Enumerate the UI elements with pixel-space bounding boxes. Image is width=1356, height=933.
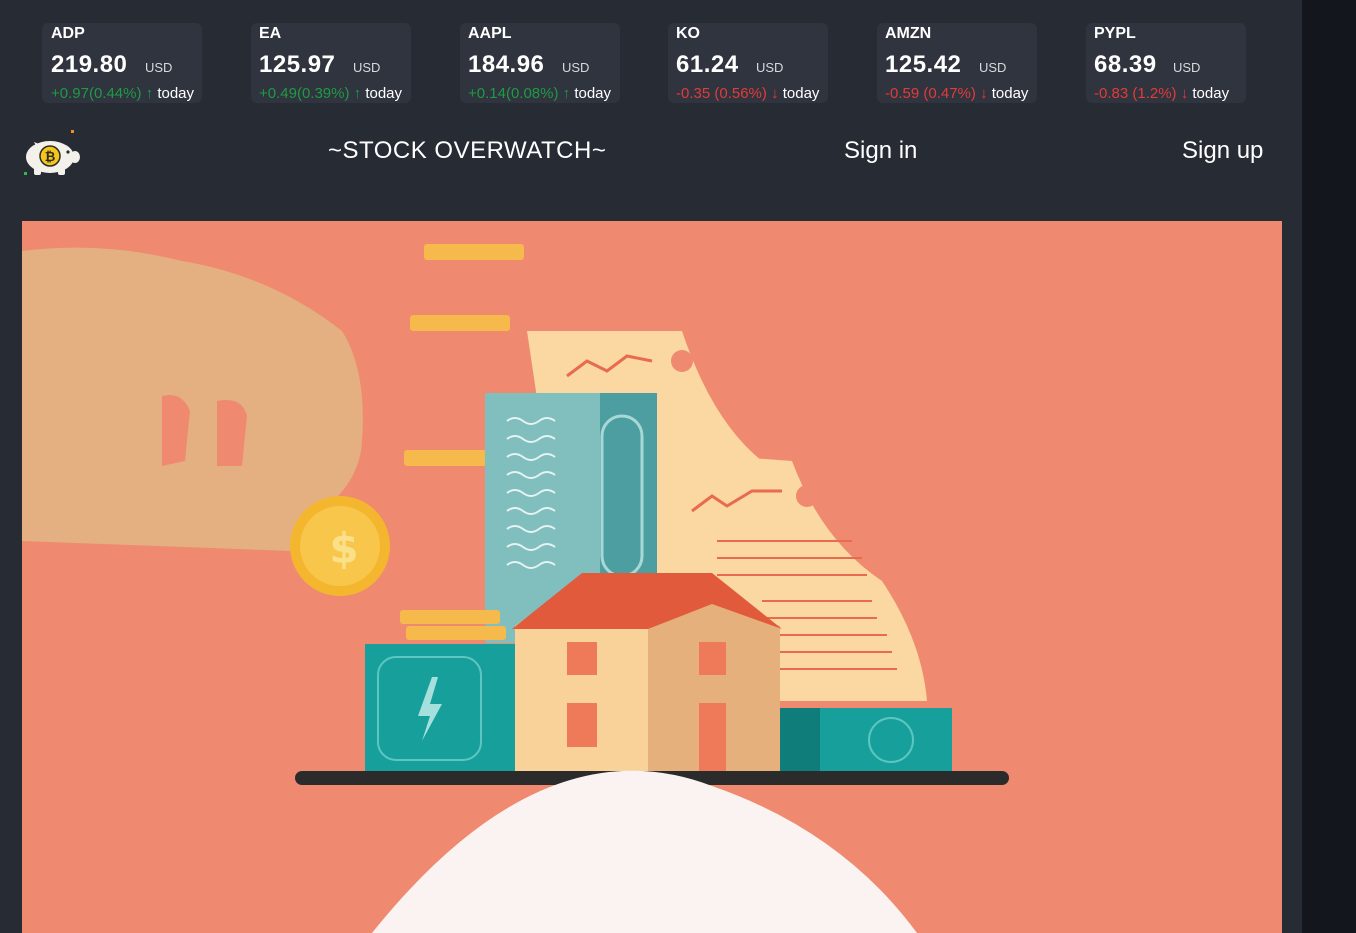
sign-in-link[interactable]: Sign in [844,137,917,165]
ticker-change: -0.83 (1.2%) ↓ today [1094,85,1229,102]
coin-bar [410,315,510,331]
ticker-when: today [782,85,820,102]
ticker-currency: USD [145,60,173,75]
top-nav: ₿ ~STOCK OVERWATCH~ Sign in Sign up [0,120,1302,184]
ticker-change: +0.97(0.44%) ↑ today [51,85,194,102]
ticker-card-amzn[interactable]: AMZN 125.42 USD -0.59 (0.47%) ↓ today [877,23,1037,103]
ticker-card-ea[interactable]: EA 125.97 USD +0.49(0.39%) ↑ today [251,23,411,103]
ticker-symbol: AAPL [468,25,512,42]
ticker-when: today [574,85,612,102]
arrow-up-icon: ↑ [353,85,362,102]
app-window: ADP 219.80 USD +0.97(0.44%) ↑ today EA 1… [0,0,1302,933]
ticker-delta: -0.59 (0.47%) [885,85,976,102]
ticker-change: -0.59 (0.47%) ↓ today [885,85,1028,102]
ticker-delta: +0.14(0.08%) [468,85,559,102]
ticker-card-ko[interactable]: KO 61.24 USD -0.35 (0.56%) ↓ today [668,23,828,103]
ticker-when: today [365,85,403,102]
ticker-change: -0.35 (0.56%) ↓ today [676,85,819,102]
ticker-price: 184.96 [468,51,545,78]
ticker-price: 61.24 [676,51,739,78]
ticker-symbol: PYPL [1094,25,1136,42]
ticker-change: +0.14(0.08%) ↑ today [468,85,611,102]
ticker-price: 68.39 [1094,51,1157,78]
coin-bar [424,244,524,260]
svg-text:₿: ₿ [45,150,56,165]
ticker-symbol: ADP [51,25,85,42]
investment-illustration: $ [22,221,1282,933]
svg-text:$: $ [329,524,358,573]
arrow-up-icon: ↑ [562,85,571,102]
ticker-price: 219.80 [51,51,128,78]
ticker-strip: ADP 219.80 USD +0.97(0.44%) ↑ today EA 1… [0,23,1302,105]
ticker-card-aapl[interactable]: AAPL 184.96 USD +0.14(0.08%) ↑ today [460,23,620,103]
ticker-price: 125.97 [259,51,336,78]
ticker-delta: +0.97(0.44%) [51,85,142,102]
ticker-currency: USD [756,60,784,75]
ticker-currency: USD [353,60,381,75]
piggy-bank-bitcoin-icon[interactable]: ₿ [22,128,80,176]
ticker-change: +0.49(0.39%) ↑ today [259,85,402,102]
ticker-delta: +0.49(0.39%) [259,85,350,102]
sign-up-link[interactable]: Sign up [1182,137,1263,165]
ticker-when: today [157,85,195,102]
ticker-currency: USD [562,60,590,75]
arrow-down-icon: ↓ [980,85,988,102]
ticker-symbol: KO [676,25,700,42]
arrow-down-icon: ↓ [1180,85,1189,102]
hero-illustration: $ [22,221,1282,933]
ticker-symbol: EA [259,25,282,42]
ticker-currency: USD [979,60,1007,75]
ticker-when: today [1192,85,1230,102]
ticker-card-adp[interactable]: ADP 219.80 USD +0.97(0.44%) ↑ today [42,23,202,103]
ticker-symbol: AMZN [885,25,932,42]
ticker-when: today [991,85,1029,102]
ticker-price: 125.42 [885,51,962,78]
ticker-delta: -0.35 (0.56%) [676,85,767,102]
ticker-delta: -0.83 (1.2%) [1094,85,1177,102]
site-title: ~STOCK OVERWATCH~ [328,137,607,164]
arrow-down-icon: ↓ [771,85,779,102]
ticker-currency: USD [1173,60,1201,75]
window-edge [1302,0,1356,933]
ticker-card-pypl[interactable]: PYPL 68.39 USD -0.83 (1.2%) ↓ today [1086,23,1246,103]
arrow-up-icon: ↑ [145,85,154,102]
